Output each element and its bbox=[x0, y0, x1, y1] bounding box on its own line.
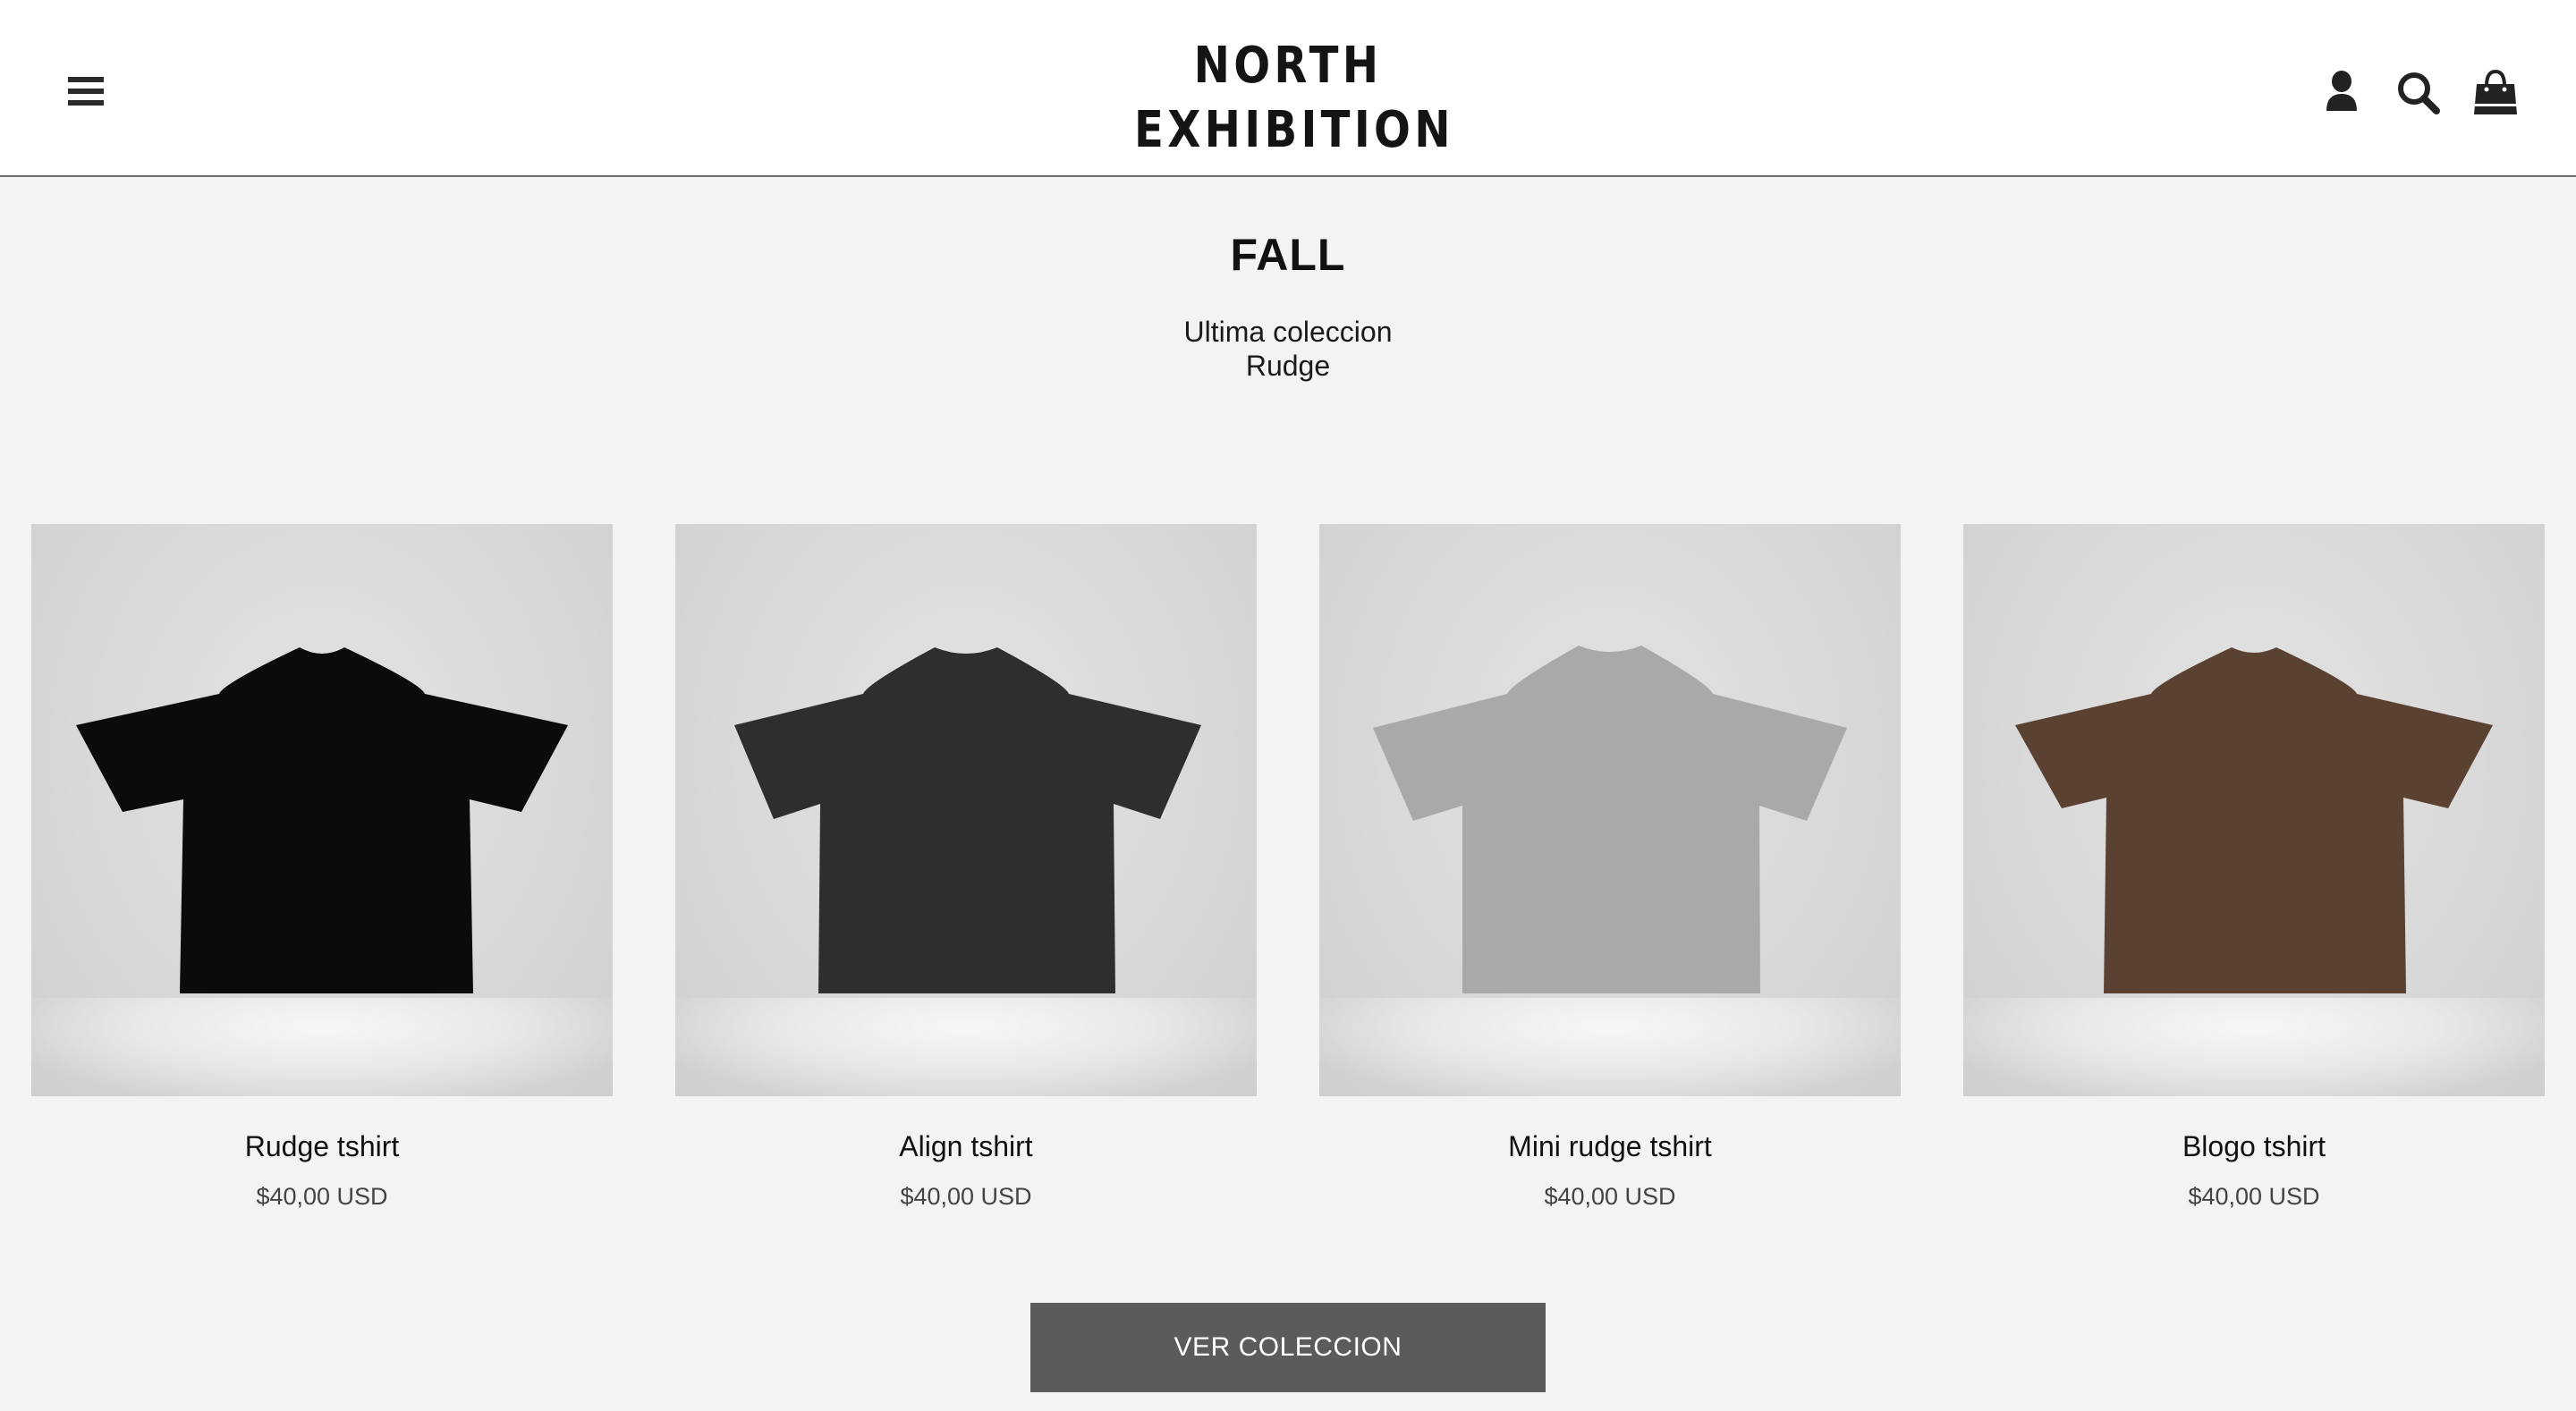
product-image[interactable] bbox=[675, 524, 1257, 1096]
tshirt-image bbox=[2015, 647, 2493, 993]
product-price: $40,00 USD bbox=[900, 1183, 1032, 1210]
subtitle-line-1: Ultima coleccion bbox=[1183, 316, 1393, 348]
product-card[interactable]: Align tshirt $40,00 USD bbox=[675, 524, 1257, 1211]
collection-title: FALL bbox=[1230, 230, 1346, 280]
account-icon bbox=[2326, 71, 2357, 111]
product-name[interactable]: Mini rudge tshirt bbox=[1319, 1130, 1901, 1163]
product-card[interactable]: Blogo tshirt $40,00 USD bbox=[1963, 524, 2545, 1211]
account-button[interactable] bbox=[2313, 64, 2370, 122]
cart-icon bbox=[2474, 69, 2517, 114]
product-name[interactable]: Rudge tshirt bbox=[31, 1130, 613, 1163]
product-name[interactable]: Blogo tshirt bbox=[1963, 1130, 2545, 1163]
product-card[interactable]: Rudge tshirt $40,00 USD bbox=[31, 524, 613, 1211]
search-icon bbox=[2398, 72, 2440, 114]
menu-icon bbox=[68, 77, 104, 106]
tshirt-image bbox=[734, 647, 1201, 993]
logo-line-1: NORTH bbox=[1193, 37, 1383, 95]
product-price: $40,00 USD bbox=[256, 1183, 388, 1210]
tshirt-image bbox=[76, 647, 568, 993]
product-image[interactable] bbox=[1963, 524, 2545, 1096]
search-button[interactable] bbox=[2390, 64, 2447, 122]
product-image[interactable] bbox=[1319, 524, 1901, 1096]
product-card[interactable]: Mini rudge tshirt $40,00 USD bbox=[1319, 524, 1901, 1211]
product-price: $40,00 USD bbox=[2188, 1183, 2320, 1210]
subtitle-line-2: Rudge bbox=[1245, 350, 1331, 382]
cart-button[interactable] bbox=[2467, 64, 2524, 122]
site-header: NORTH EXHIBITION bbox=[0, 0, 2576, 177]
menu-button[interactable] bbox=[59, 68, 114, 114]
product-image[interactable] bbox=[31, 524, 613, 1096]
product-price: $40,00 USD bbox=[1544, 1183, 1676, 1210]
tshirt-image bbox=[1373, 646, 1847, 993]
logo-line-2: EXHIBITION bbox=[1134, 101, 1454, 159]
site-logo[interactable]: NORTH EXHIBITION bbox=[1134, 34, 1454, 163]
collection-subtitle: Ultima coleccion Rudge bbox=[0, 315, 2576, 383]
view-collection-button[interactable]: VER COLECCION bbox=[1030, 1303, 1546, 1392]
product-name[interactable]: Align tshirt bbox=[675, 1130, 1257, 1163]
